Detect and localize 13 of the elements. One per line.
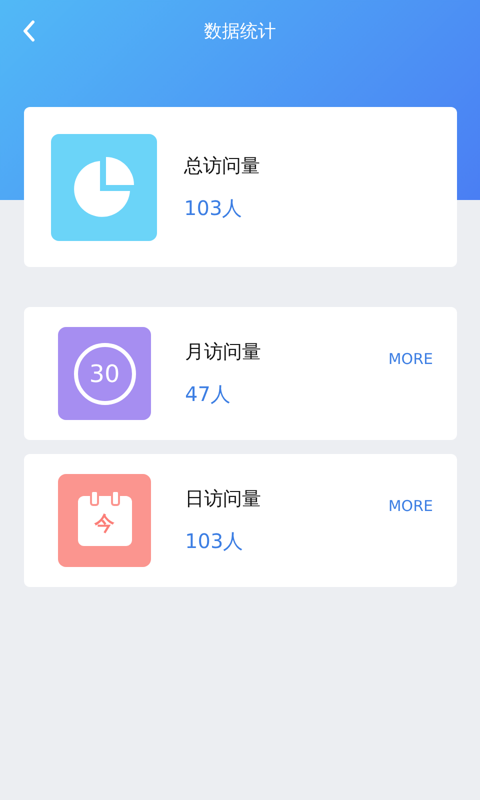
more-link[interactable]: MORE <box>388 496 433 514</box>
stat-label: 总访问量 <box>184 154 260 178</box>
calendar-icon: 今 <box>58 474 151 567</box>
stat-label: 月访问量 <box>185 340 261 365</box>
pie-chart-icon <box>51 134 157 240</box>
stat-label: 日访问量 <box>185 487 261 512</box>
month-badge-icon: 30 <box>58 327 151 420</box>
stat-value: 103人 <box>185 528 244 555</box>
page-title: 数据统计 <box>204 20 276 43</box>
stat-value: 47人 <box>185 381 232 408</box>
back-icon[interactable] <box>22 20 36 42</box>
stat-value: 103人 <box>184 194 244 222</box>
more-link[interactable]: MORE <box>388 350 433 368</box>
